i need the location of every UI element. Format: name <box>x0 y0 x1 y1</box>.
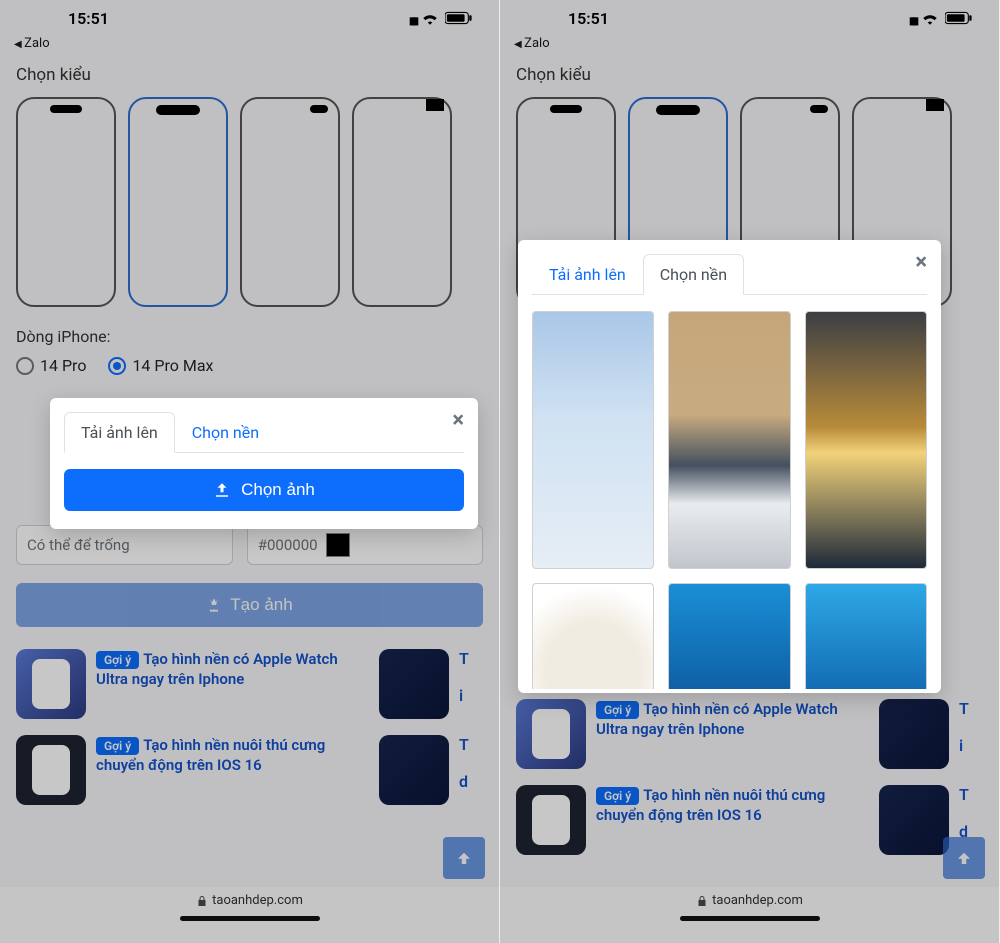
tab-upload[interactable]: Tải ảnh lên <box>532 254 643 295</box>
suggestion-badge: Gợi ý <box>96 737 139 755</box>
back-to-app[interactable]: Zalo <box>0 36 499 55</box>
style-option-3[interactable] <box>240 97 340 307</box>
suggestion-thumb <box>516 699 586 769</box>
tab-upload[interactable]: Tải ảnh lên <box>64 412 175 453</box>
suggestion-side-thumb <box>379 735 449 805</box>
iphone-line-label: Dòng iPhone: <box>16 327 483 346</box>
signal-icon <box>409 9 415 28</box>
modal-choose-background: × Tải ảnh lên Chọn nền <box>518 240 941 693</box>
suggestion-side-thumb <box>879 785 949 855</box>
status-bar: 15:51 <box>500 0 999 36</box>
style-option-2[interactable] <box>128 97 228 307</box>
radio-14pro[interactable]: 14 Pro <box>16 356 86 375</box>
suggestion-badge: Gợi ý <box>596 701 639 719</box>
suggestion-item[interactable]: Gợi ýTạo hình nền có Apple Watch Ultra n… <box>516 699 983 769</box>
suggestion-badge: Gợi ý <box>596 787 639 805</box>
upload-icon <box>213 481 231 499</box>
bg-option-clouds[interactable] <box>532 311 654 569</box>
suggestion-thumb <box>516 785 586 855</box>
style-option-4[interactable] <box>352 97 452 307</box>
browser-url[interactable]: taoanhdep.com <box>196 893 303 908</box>
style-section-title: Chọn kiểu <box>516 65 983 85</box>
tab-choose-bg[interactable]: Chọn nền <box>643 254 744 295</box>
suggestion-list: Gợi ýTạo hình nền có Apple Watch Ultra n… <box>516 699 983 855</box>
background-grid <box>532 311 927 689</box>
wifi-icon <box>921 11 939 25</box>
home-indicator <box>180 916 320 921</box>
status-icons <box>909 9 973 28</box>
suggestion-item[interactable]: Gợi ýTạo hình nền có Apple Watch Ultra n… <box>16 649 483 719</box>
create-button[interactable]: Tạo ảnh <box>16 583 483 627</box>
style-option-1[interactable] <box>16 97 116 307</box>
battery-icon <box>445 11 473 25</box>
battery-icon <box>945 11 973 25</box>
status-time: 15:51 <box>68 9 109 28</box>
home-indicator <box>680 916 820 921</box>
status-icons <box>409 9 473 28</box>
suggestion-list: Gợi ýTạo hình nền có Apple Watch Ultra n… <box>16 649 483 805</box>
modal-tabs: Tải ảnh lên Chọn nền <box>532 254 927 295</box>
text-input[interactable]: Có thể để trống <box>16 525 233 565</box>
suggestion-thumb <box>16 735 86 805</box>
tab-choose-bg[interactable]: Chọn nền <box>175 412 276 453</box>
lock-icon <box>196 895 208 907</box>
color-swatch <box>326 533 350 557</box>
status-time: 15:51 <box>568 9 609 28</box>
signal-icon <box>909 9 915 28</box>
browser-bar: taoanhdep.com <box>0 887 499 943</box>
wifi-icon <box>421 11 439 25</box>
suggestion-side-thumb <box>879 699 949 769</box>
bg-option-ocean[interactable] <box>668 583 790 689</box>
back-to-app[interactable]: Zalo <box>500 36 999 55</box>
suggestion-badge: Gợi ý <box>96 651 139 669</box>
suggestion-thumb <box>16 649 86 719</box>
choose-image-button[interactable]: Chọn ảnh <box>64 469 464 511</box>
scroll-top-button[interactable] <box>443 837 485 879</box>
bg-option-sky[interactable] <box>805 583 927 689</box>
color-input[interactable]: #000000 <box>247 525 483 565</box>
suggestion-item[interactable]: Gợi ýTạo hình nền nuôi thú cưng chuyển đ… <box>16 735 483 805</box>
scroll-top-button[interactable] <box>943 837 985 879</box>
close-icon[interactable]: × <box>452 408 464 433</box>
inputs-row: Có thể để trống #000000 <box>16 525 483 565</box>
bg-option-pet[interactable] <box>532 583 654 689</box>
lock-icon <box>696 895 708 907</box>
modal-tabs: Tải ảnh lên Chọn nền <box>64 412 464 453</box>
suggestion-side-thumb <box>379 649 449 719</box>
style-section-title: Chọn kiểu <box>16 65 483 85</box>
bg-option-car[interactable] <box>668 311 790 569</box>
browser-bar: taoanhdep.com <box>500 887 999 943</box>
browser-url[interactable]: taoanhdep.com <box>696 893 803 908</box>
status-bar: 15:51 <box>0 0 499 36</box>
radio-14promax[interactable]: 14 Pro Max <box>108 356 213 375</box>
style-options <box>16 97 483 307</box>
iphone-radio-group: 14 Pro 14 Pro Max <box>16 356 483 375</box>
suggestion-item[interactable]: Gợi ýTạo hình nền nuôi thú cưng chuyển đ… <box>516 785 983 855</box>
bg-option-sunset[interactable] <box>805 311 927 569</box>
modal-upload: × Tải ảnh lên Chọn nền Chọn ảnh <box>50 398 478 529</box>
close-icon[interactable]: × <box>915 250 927 275</box>
